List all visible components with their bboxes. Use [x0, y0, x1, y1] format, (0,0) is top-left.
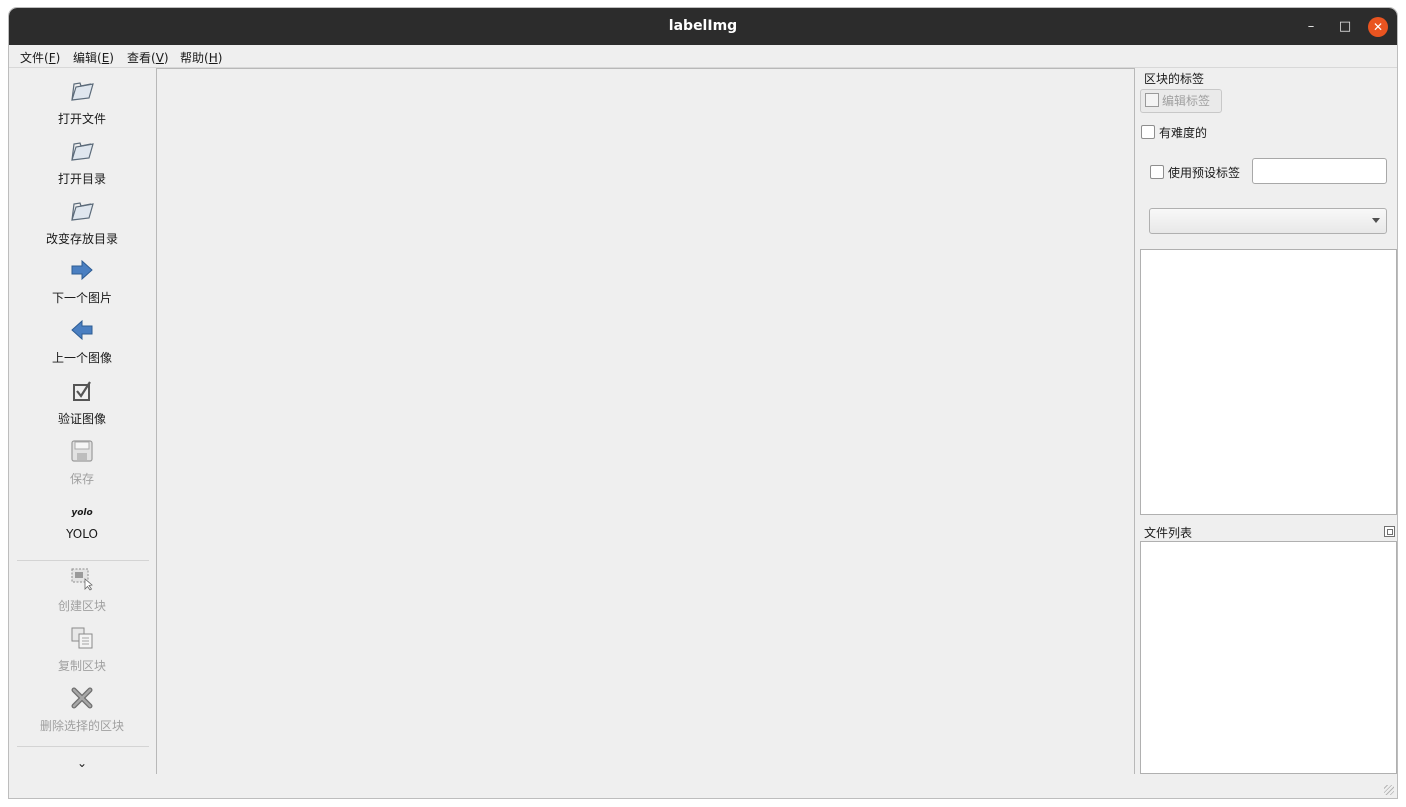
- delete-box-label: 删除选择的区块: [39, 719, 124, 733]
- open-file-label: 打开文件: [57, 112, 106, 126]
- save-icon: [71, 440, 93, 462]
- resize-grip-icon[interactable]: [1384, 785, 1394, 795]
- change-save-dir-label: 改变存放目录: [45, 232, 118, 246]
- open-dir-button[interactable]: 打开目录: [15, 138, 149, 187]
- close-button[interactable]: ✕: [1368, 17, 1388, 37]
- menu-help[interactable]: 帮助(H): [180, 49, 222, 66]
- folder-open-icon: [71, 142, 94, 161]
- folder-open-icon: [71, 202, 94, 221]
- arrow-left-icon: [71, 319, 93, 341]
- maximize-button[interactable]: □: [1335, 17, 1355, 37]
- toolbar-expand-button[interactable]: ⌄: [15, 756, 149, 770]
- use-default-label-checkbox[interactable]: [1150, 165, 1164, 179]
- box-label-list[interactable]: [1140, 249, 1397, 515]
- create-box-label: 创建区块: [57, 599, 106, 613]
- create-box-button[interactable]: 创建区块: [15, 565, 149, 614]
- toolbar-separator: [17, 746, 149, 747]
- verify-image-label: 验证图像: [57, 412, 106, 426]
- left-toolbar: 打开文件 打开目录 改变存放目录 下一个图片 上一个图像 验证图像 保存 yol…: [9, 68, 155, 774]
- dock-float-icon[interactable]: [1384, 526, 1395, 537]
- delete-x-icon: [71, 687, 93, 709]
- next-image-label: 下一个图片: [51, 291, 112, 305]
- minimize-button[interactable]: –: [1301, 17, 1321, 37]
- use-default-label-text: 使用预设标签: [1168, 166, 1241, 180]
- copy-icon: [71, 627, 93, 649]
- arrow-right-icon: [71, 259, 93, 281]
- difficult-label: 有难度的: [1159, 126, 1208, 140]
- file-list-title: 文件列表: [1144, 526, 1193, 540]
- labelimg-window: labelImg – □ ✕ 文件(F) 编辑(E) 查看(V) 帮助(H) 打…: [9, 8, 1397, 798]
- next-image-button[interactable]: 下一个图片: [15, 257, 149, 306]
- status-bar: [9, 774, 1397, 798]
- prev-image-label: 上一个图像: [51, 351, 112, 365]
- format-yolo-button[interactable]: yolo YOLO: [15, 503, 149, 541]
- save-button[interactable]: 保存: [15, 438, 149, 487]
- open-dir-label: 打开目录: [57, 172, 106, 186]
- save-label: 保存: [69, 472, 94, 486]
- dropdown-arrow-icon: [1372, 218, 1380, 223]
- edit-label-text: 编辑标签: [1162, 94, 1211, 108]
- edit-label-button[interactable]: 编辑标签: [1140, 89, 1222, 113]
- menu-view[interactable]: 查看(V): [127, 49, 169, 66]
- difficult-checkbox[interactable]: [1141, 125, 1155, 139]
- checkbox-check-icon: [73, 381, 91, 401]
- folder-open-icon: [71, 82, 94, 101]
- open-file-button[interactable]: 打开文件: [15, 78, 149, 127]
- file-list[interactable]: [1140, 541, 1397, 774]
- title-bar[interactable]: labelImg – □ ✕: [9, 8, 1397, 45]
- image-canvas[interactable]: [156, 68, 1135, 775]
- window-title: labelImg: [668, 18, 738, 34]
- label-select[interactable]: [1149, 208, 1387, 234]
- change-save-dir-button[interactable]: 改变存放目录: [15, 198, 149, 247]
- edit-pencil-icon: [1145, 93, 1159, 107]
- chevron-down-icon: ⌄: [76, 756, 88, 770]
- duplicate-box-button[interactable]: 复制区块: [15, 625, 149, 674]
- delete-box-button[interactable]: 删除选择的区块: [15, 685, 149, 734]
- toolbar-separator: [17, 560, 149, 561]
- format-label: YOLO: [66, 527, 98, 541]
- default-label-input[interactable]: [1252, 158, 1387, 184]
- menu-edit[interactable]: 编辑(E): [73, 49, 114, 66]
- create-box-icon: [71, 568, 93, 591]
- duplicate-box-label: 复制区块: [57, 659, 106, 673]
- prev-image-button[interactable]: 上一个图像: [15, 317, 149, 366]
- menu-file[interactable]: 文件(F): [20, 49, 60, 66]
- verify-image-button[interactable]: 验证图像: [15, 378, 149, 427]
- box-labels-dock: 区块的标签 编辑标签 有难度的 使用预设标签 文件列表: [1139, 68, 1397, 774]
- yolo-icon: yolo: [71, 508, 93, 518]
- box-labels-title: 区块的标签: [1144, 72, 1205, 86]
- menu-bar: 文件(F) 编辑(E) 查看(V) 帮助(H): [9, 45, 1397, 68]
